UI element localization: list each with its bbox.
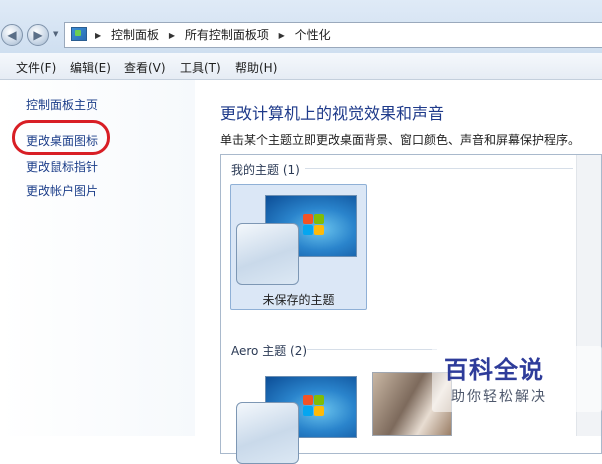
- sidebar-item-change-account-picture[interactable]: 更改帐户图片: [26, 182, 98, 199]
- theme-window-color-preview: [236, 402, 299, 464]
- group-label-my-themes: 我的主题 (1): [231, 163, 300, 177]
- group-label-aero-themes: Aero 主题 (2): [231, 344, 308, 358]
- forward-arrow-icon: ▶: [33, 28, 43, 42]
- sidebar-item-control-panel-home[interactable]: 控制面板主页: [26, 96, 98, 113]
- highlight-annotation: [12, 120, 110, 155]
- control-panel-icon: [71, 27, 87, 41]
- address-box[interactable]: ▶ 控制面板 ▶ 所有控制面板项 ▶ 个性化: [64, 22, 602, 48]
- menu-tools[interactable]: 工具(T): [180, 59, 221, 76]
- breadcrumb-item-personalization[interactable]: 个性化: [295, 28, 331, 42]
- page-title: 更改计算机上的视觉效果和声音: [220, 104, 445, 123]
- forward-button[interactable]: ▶: [27, 24, 49, 46]
- page-description: 单击某个主题立即更改桌面背景、窗口颜色、声音和屏幕保护程序。: [220, 133, 581, 147]
- divider: [305, 168, 573, 169]
- theme-window-color-preview: [236, 223, 299, 285]
- menu-view[interactable]: 查看(V): [124, 59, 166, 76]
- recent-pages-dropdown[interactable]: ▼: [53, 30, 58, 38]
- breadcrumb-separator-icon[interactable]: ▶: [95, 31, 101, 40]
- divider: [307, 349, 437, 350]
- menu-edit[interactable]: 编辑(E): [70, 59, 111, 76]
- windows-logo-icon: [303, 395, 325, 417]
- theme-name: 未保存的主题: [262, 293, 335, 307]
- sidebar-item-change-mouse-pointers[interactable]: 更改鼠标指针: [26, 158, 98, 175]
- menu-file[interactable]: 文件(F): [16, 59, 56, 76]
- menu-help[interactable]: 帮助(H): [235, 59, 277, 76]
- breadcrumb: ▶ 控制面板 ▶ 所有控制面板项 ▶ 个性化: [95, 23, 331, 47]
- back-button[interactable]: ◀: [1, 24, 23, 46]
- watermark-title: 百科全说: [444, 356, 544, 384]
- breadcrumb-item-all-items[interactable]: 所有控制面板项: [185, 28, 269, 42]
- address-bar-area: ◀ ▶ ▼ ▶ 控制面板 ▶ 所有控制面板项 ▶ 个性化: [0, 0, 602, 53]
- breadcrumb-separator-icon[interactable]: ▶: [169, 31, 175, 40]
- breadcrumb-item-control-panel[interactable]: 控制面板: [111, 28, 159, 42]
- watermark-subtitle: 助你轻松解决: [451, 389, 547, 405]
- breadcrumb-separator-icon[interactable]: ▶: [279, 31, 285, 40]
- back-arrow-icon: ◀: [7, 28, 17, 42]
- menu-bar: 文件(F) 编辑(E) 查看(V) 工具(T) 帮助(H): [0, 53, 602, 80]
- windows-logo-icon: [303, 214, 325, 236]
